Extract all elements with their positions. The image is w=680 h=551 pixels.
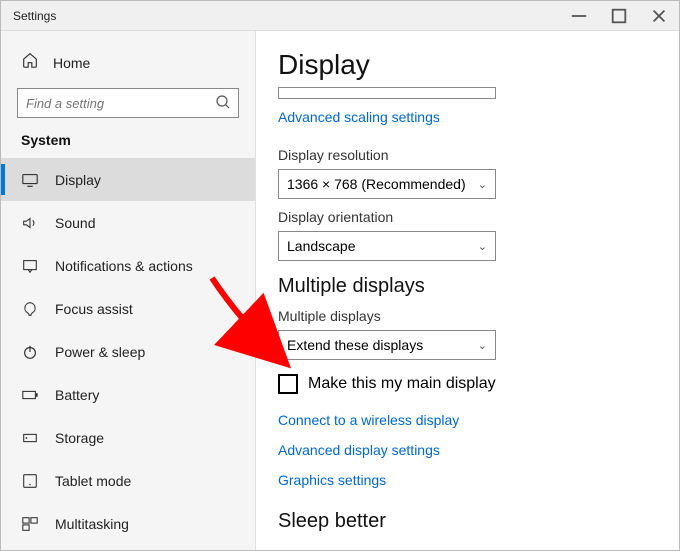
multiple-displays-dropdown[interactable]: Extend these displays ⌄: [278, 330, 496, 360]
multiple-displays-value: Extend these displays: [287, 337, 423, 353]
sidebar-item-label: Notifications & actions: [55, 258, 193, 274]
sidebar-item-label: Battery: [55, 387, 99, 403]
sleep-better-heading: Sleep better: [278, 510, 679, 533]
orientation-value: Landscape: [287, 238, 356, 254]
notifications-icon: [21, 257, 39, 275]
nav-list: Display Sound Notifications & actions Fo…: [1, 158, 255, 550]
advanced-display-link[interactable]: Advanced display settings: [278, 442, 679, 458]
search-icon: [215, 94, 231, 115]
maximize-icon: [610, 7, 628, 25]
maximize-button[interactable]: [599, 1, 639, 31]
graphics-settings-link[interactable]: Graphics settings: [278, 472, 679, 488]
resolution-value: 1366 × 768 (Recommended): [287, 176, 466, 192]
minimize-icon: [570, 7, 588, 25]
content-pane: Display Advanced scaling settings Displa…: [256, 31, 679, 550]
sidebar-item-sound[interactable]: Sound: [1, 201, 255, 244]
sidebar-item-label: Storage: [55, 430, 104, 446]
search-input[interactable]: [17, 88, 239, 118]
scaling-field[interactable]: [278, 87, 496, 99]
sidebar-item-display[interactable]: Display: [1, 158, 255, 201]
home-label: Home: [53, 55, 90, 71]
sidebar-item-tablet-mode[interactable]: Tablet mode: [1, 459, 255, 502]
orientation-label: Display orientation: [278, 209, 679, 225]
multiple-displays-label: Multiple displays: [278, 308, 679, 324]
category-heading: System: [1, 132, 255, 158]
sidebar-item-label: Power & sleep: [55, 344, 145, 360]
resolution-dropdown[interactable]: 1366 × 768 (Recommended) ⌄: [278, 169, 496, 199]
multiple-displays-heading: Multiple displays: [278, 275, 679, 298]
resolution-label: Display resolution: [278, 147, 679, 163]
window-title: Settings: [1, 9, 559, 23]
sidebar-item-multitasking[interactable]: Multitasking: [1, 502, 255, 545]
chevron-down-icon: ⌄: [478, 240, 487, 253]
page-title: Display: [278, 49, 679, 81]
sidebar-item-projecting[interactable]: Projecting to this PC: [1, 545, 255, 550]
main-display-checkbox-label: Make this my main display: [308, 375, 496, 393]
sidebar-item-storage[interactable]: Storage: [1, 416, 255, 459]
titlebar: Settings: [1, 1, 679, 31]
sidebar: Home System Display Sound: [1, 31, 256, 550]
tablet-icon: [21, 472, 39, 490]
display-icon: [21, 171, 39, 189]
main-display-checkbox[interactable]: [278, 374, 298, 394]
sidebar-item-label: Tablet mode: [55, 473, 131, 489]
sidebar-item-focus-assist[interactable]: Focus assist: [1, 287, 255, 330]
sidebar-item-label: Sound: [55, 215, 95, 231]
power-icon: [21, 343, 39, 361]
sidebar-item-power-sleep[interactable]: Power & sleep: [1, 330, 255, 373]
minimize-button[interactable]: [559, 1, 599, 31]
close-button[interactable]: [639, 1, 679, 31]
home-icon: [21, 51, 39, 74]
chevron-down-icon: ⌄: [478, 178, 487, 191]
multitasking-icon: [21, 515, 39, 533]
chevron-down-icon: ⌄: [478, 339, 487, 352]
battery-icon: [21, 386, 39, 404]
sidebar-item-label: Multitasking: [55, 516, 129, 532]
sound-icon: [21, 214, 39, 232]
wireless-display-link[interactable]: Connect to a wireless display: [278, 412, 679, 428]
advanced-scaling-link[interactable]: Advanced scaling settings: [278, 109, 440, 125]
focus-assist-icon: [21, 300, 39, 318]
home-button[interactable]: Home: [1, 43, 255, 88]
sidebar-item-battery[interactable]: Battery: [1, 373, 255, 416]
sidebar-item-notifications[interactable]: Notifications & actions: [1, 244, 255, 287]
sidebar-item-label: Display: [55, 172, 101, 188]
storage-icon: [21, 429, 39, 447]
sidebar-item-label: Focus assist: [55, 301, 133, 317]
orientation-dropdown[interactable]: Landscape ⌄: [278, 231, 496, 261]
close-icon: [650, 7, 668, 25]
